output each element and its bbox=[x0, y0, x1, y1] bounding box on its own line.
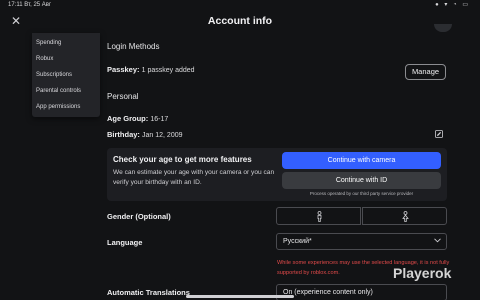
top-corner-control bbox=[434, 24, 452, 32]
age-group-value: 16-17 bbox=[150, 116, 169, 123]
language-select[interactable]: Русский* bbox=[276, 233, 447, 250]
gender-male-button[interactable] bbox=[276, 207, 361, 225]
birthday-value: Jan 12, 2009 bbox=[142, 132, 183, 139]
watermark: Playerok bbox=[393, 265, 452, 281]
language-selected: Русский* bbox=[283, 238, 312, 245]
gender-label: Gender (Optional) bbox=[107, 212, 171, 221]
age-check-title: Check your age to get more features bbox=[113, 155, 252, 164]
automatic-translations-label: Automatic Translations bbox=[107, 288, 190, 297]
manage-button[interactable]: Manage bbox=[405, 64, 446, 80]
provider-note: Process operated by our third party serv… bbox=[309, 191, 414, 196]
home-indicator[interactable] bbox=[186, 295, 294, 298]
chevron-down-icon bbox=[434, 238, 441, 243]
continue-with-id-button[interactable]: Continue with ID bbox=[282, 172, 441, 189]
gender-female-button[interactable] bbox=[362, 207, 447, 225]
account-menu: Spending Robux Subscriptions Parental co… bbox=[32, 33, 100, 117]
menu-item-robux[interactable]: Robux bbox=[36, 56, 53, 62]
gender-selector bbox=[276, 207, 447, 225]
login-methods-heading: Login Methods bbox=[107, 42, 160, 51]
passkey-label: Passkey: bbox=[107, 65, 140, 74]
continue-with-camera-button[interactable]: Continue with camera bbox=[282, 152, 441, 169]
menu-item-spending[interactable]: Spending bbox=[36, 40, 61, 46]
menu-item-subscriptions[interactable]: Subscriptions bbox=[36, 72, 72, 78]
language-label: Language bbox=[107, 238, 143, 247]
birthday-label: Birthday: bbox=[107, 130, 140, 139]
translations-select[interactable]: On (experience content only) bbox=[276, 284, 447, 300]
menu-item-parental-controls[interactable]: Parental controls bbox=[36, 88, 81, 94]
age-check-panel: Check your age to get more features We c… bbox=[107, 148, 447, 201]
status-bar: 17:11 Вт, 25 Авг ● ▾ ◔ ▭ bbox=[0, 0, 480, 11]
passkey-row: Passkey: 1 passkey added bbox=[107, 65, 195, 74]
age-group-row: Age Group: 16-17 bbox=[107, 114, 168, 123]
age-check-description: We can estimate your age with your camer… bbox=[113, 169, 275, 186]
status-icons: ● ▾ ◔ ▭ bbox=[435, 2, 470, 8]
passkey-value: 1 passkey added bbox=[141, 67, 195, 74]
menu-item-app-permissions[interactable]: App permissions bbox=[36, 104, 80, 110]
translations-selected: On (experience content only) bbox=[283, 289, 373, 296]
personal-heading: Personal bbox=[107, 92, 139, 101]
female-icon bbox=[402, 211, 409, 222]
birthday-row: Birthday: Jan 12, 2009 bbox=[107, 130, 183, 139]
page-title: Account info bbox=[207, 15, 273, 27]
male-icon bbox=[317, 211, 322, 222]
status-time: 17:11 Вт, 25 Авг bbox=[8, 2, 52, 8]
edit-icon[interactable] bbox=[435, 130, 443, 138]
age-group-label: Age Group: bbox=[107, 114, 149, 123]
